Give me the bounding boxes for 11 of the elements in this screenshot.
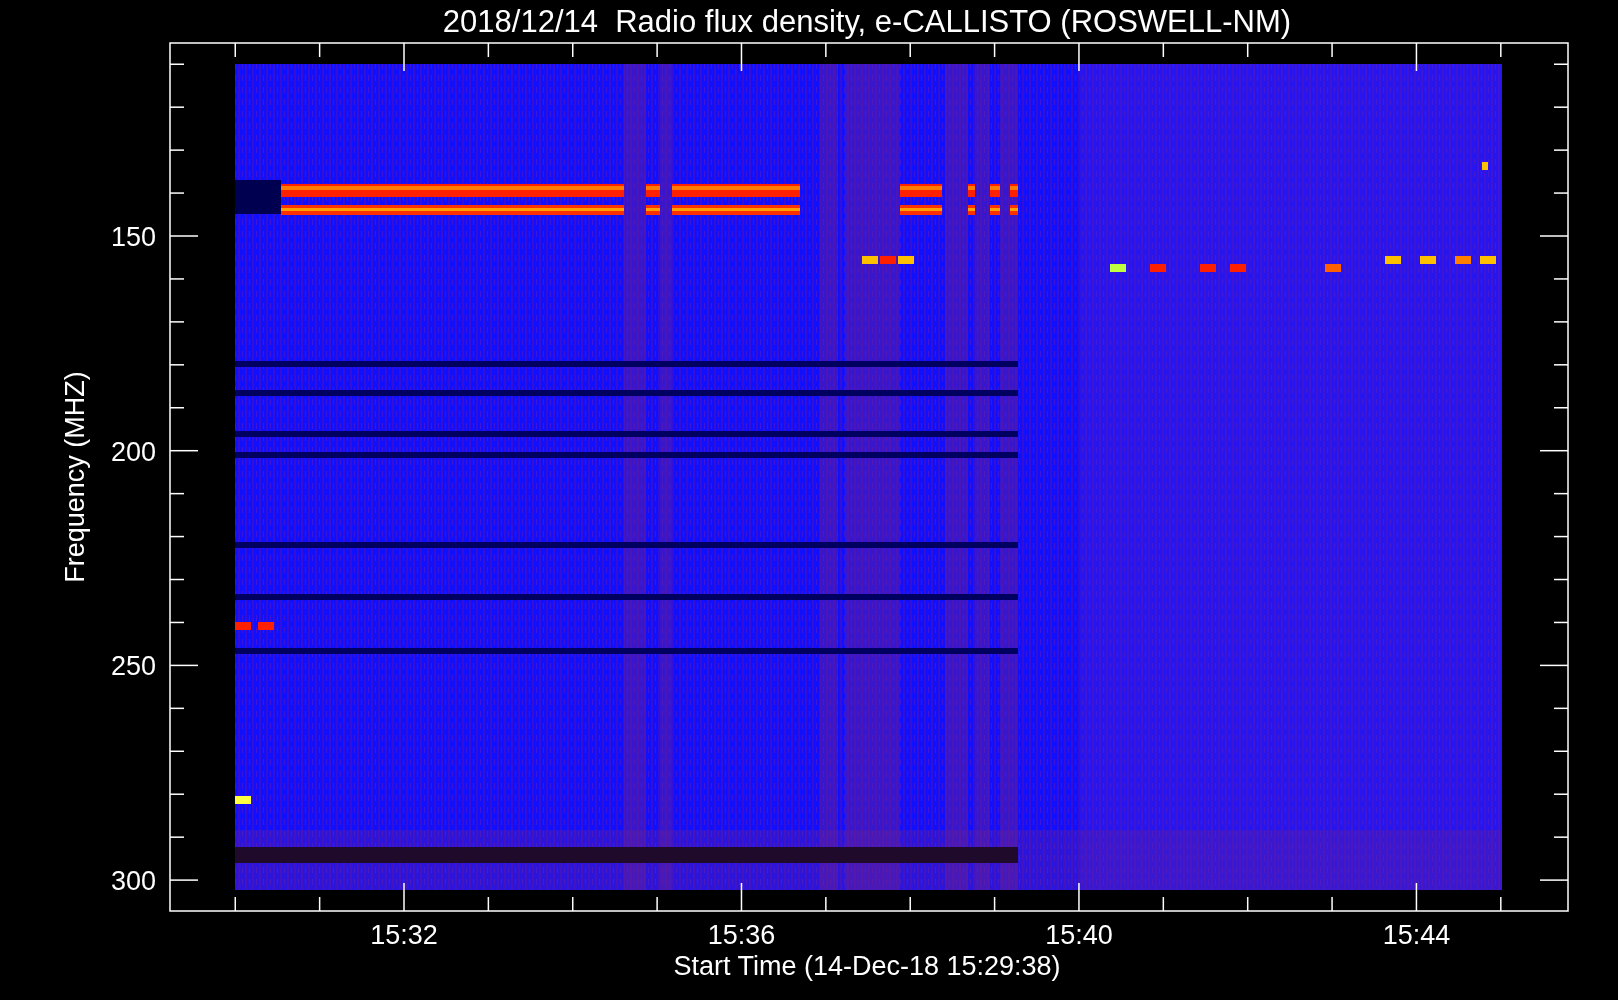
- x-axis-title: Start Time (14-Dec-18 15:29:38): [673, 951, 1061, 981]
- y-tick-label: 250: [110, 651, 156, 682]
- x-tick-label: 15:36: [707, 920, 776, 950]
- x-tick-label: 15:40: [1045, 920, 1113, 950]
- y-tick-label: 200: [110, 436, 156, 467]
- x-tick-label: 15:32: [370, 920, 438, 950]
- chart-title: 2018/12/14 Radio flux density, e-CALLISTO (ROSWELL-NM): [442, 4, 1292, 39]
- x-tick-label: 15:44: [1382, 920, 1451, 950]
- y-tick-label: 150: [110, 222, 156, 252]
- y-axis-title: Frequency (MHZ): [60, 371, 90, 583]
- y-tick-label: 300: [110, 866, 156, 897]
